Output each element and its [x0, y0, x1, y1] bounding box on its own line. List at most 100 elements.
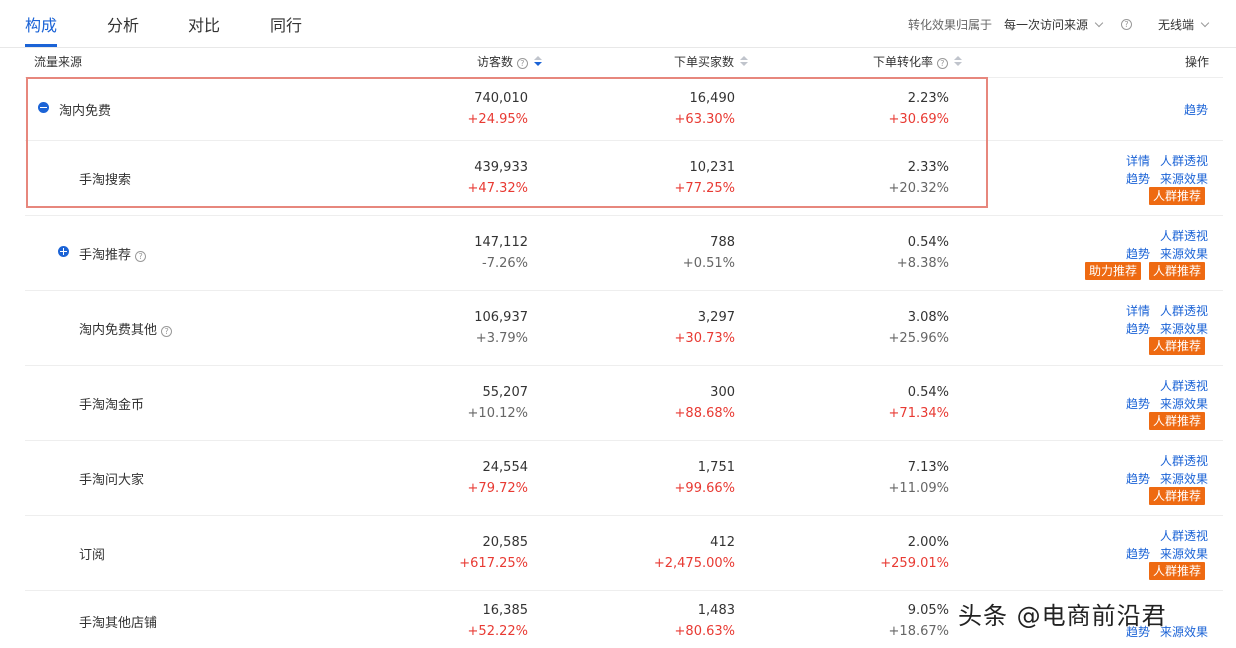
attribution-select[interactable]: 每一次访问来源: [1004, 16, 1104, 33]
help-icon[interactable]: ?: [135, 251, 147, 262]
boost-recommend-button[interactable]: 助力推荐: [1085, 262, 1142, 280]
crowd-link[interactable]: 人群透视: [1160, 152, 1208, 169]
buyers-value: 1,751: [697, 460, 735, 475]
source-effect-link[interactable]: 来源效果: [1160, 623, 1208, 640]
trend-link[interactable]: 趋势: [1126, 245, 1150, 262]
rate-value: 2.00%: [907, 535, 949, 550]
chevron-down-icon: [1200, 18, 1210, 28]
attribution-select-value: 每一次访问来源: [1004, 18, 1089, 32]
highlight-box: [26, 77, 988, 208]
rate-change: +71.34%: [888, 406, 949, 421]
visitors-change: +52.22%: [467, 624, 528, 639]
source-name: 手淘其他店铺: [79, 616, 158, 631]
source-effect-link[interactable]: 来源效果: [1160, 470, 1208, 487]
attribution-label: 转化效果归属于: [908, 18, 993, 32]
buyers-change: +0.51%: [682, 256, 735, 271]
visitors-value: 16,385: [482, 603, 529, 618]
device-select[interactable]: 无线端: [1158, 16, 1210, 33]
trend-link[interactable]: 趋势: [1184, 101, 1208, 118]
rate-change: +25.96%: [888, 331, 949, 346]
tab-compare[interactable]: 对比: [188, 12, 220, 36]
rate-value: 0.54%: [907, 385, 949, 400]
rate-change: +11.09%: [888, 481, 949, 496]
tab-composition[interactable]: 构成: [25, 12, 57, 36]
crowd-recommend-button[interactable]: 人群推荐: [1149, 262, 1206, 280]
crowd-link[interactable]: 人群透视: [1160, 452, 1208, 469]
col-rate[interactable]: 下单转化率 ?: [873, 53, 962, 70]
active-tab-indicator: [25, 44, 57, 47]
buyers-change: +2,475.00%: [653, 556, 735, 571]
rate-value: 3.08%: [907, 310, 949, 325]
help-icon[interactable]: ?: [936, 58, 948, 69]
source-effect-link[interactable]: 来源效果: [1160, 170, 1208, 187]
crowd-link[interactable]: 人群透视: [1160, 377, 1208, 394]
rate-change: +18.67%: [888, 624, 949, 639]
buyers-change: +88.68%: [674, 406, 735, 421]
sort-icon[interactable]: [740, 56, 749, 68]
table-row: 淘内免费其他 ? 106,937 +3.79% 3,297 +30.73% 3.…: [25, 291, 1223, 366]
source-name: 淘内免费其他 ?: [79, 319, 173, 338]
crowd-recommend-button[interactable]: 人群推荐: [1149, 337, 1206, 355]
trend-link[interactable]: 趋势: [1126, 170, 1150, 187]
sort-icon[interactable]: [533, 56, 542, 68]
help-icon[interactable]: ?: [1121, 16, 1132, 30]
help-icon[interactable]: ?: [161, 326, 173, 337]
source-effect-link[interactable]: 来源效果: [1160, 245, 1208, 262]
chevron-down-icon: [1094, 18, 1104, 28]
rate-value: 0.54%: [907, 235, 949, 250]
buyers-change: +80.63%: [674, 624, 735, 639]
crowd-recommend-button[interactable]: 人群推荐: [1149, 487, 1206, 505]
detail-link[interactable]: 详情: [1126, 302, 1150, 319]
visitors-change: -7.26%: [482, 256, 528, 271]
crowd-link[interactable]: 人群透视: [1160, 527, 1208, 544]
visitors-change: +10.12%: [467, 406, 528, 421]
source-name: 订阅: [79, 548, 106, 563]
visitors-value: 20,585: [482, 535, 529, 550]
source-name: 手淘推荐 ?: [79, 244, 147, 263]
crowd-recommend-button[interactable]: 人群推荐: [1149, 187, 1206, 205]
source-name: 手淘问大家: [79, 473, 145, 488]
trend-link[interactable]: 趋势: [1126, 545, 1150, 562]
col-visitors[interactable]: 访客数 ?: [477, 53, 542, 70]
visitors-value: 24,554: [482, 460, 529, 475]
buyers-value: 300: [710, 385, 735, 400]
rate-change: +259.01%: [880, 556, 949, 571]
trend-link[interactable]: 趋势: [1126, 470, 1150, 487]
source-effect-link[interactable]: 来源效果: [1160, 320, 1208, 337]
table-row: 手淘问大家 24,554 +79.72% 1,751 +99.66% 7.13%…: [25, 441, 1223, 516]
buyers-value: 3,297: [697, 310, 735, 325]
table-row: 订阅 20,585 +617.25% 412 +2,475.00% 2.00% …: [25, 516, 1223, 591]
buyers-change: +30.73%: [674, 331, 735, 346]
detail-link[interactable]: 详情: [1126, 152, 1150, 169]
tab-analysis[interactable]: 分析: [107, 12, 139, 36]
device-select-value: 无线端: [1158, 18, 1195, 32]
visitors-value: 147,112: [474, 235, 528, 250]
expand-icon[interactable]: [58, 246, 69, 257]
table-row: 手淘淘金币 55,207 +10.12% 300 +88.68% 0.54% +…: [25, 366, 1223, 441]
trend-link[interactable]: 趋势: [1126, 320, 1150, 337]
col-ops: 操作: [1185, 55, 1210, 69]
crowd-recommend-button[interactable]: 人群推荐: [1149, 562, 1206, 580]
help-icon[interactable]: ?: [516, 58, 528, 69]
buyers-change: +99.66%: [674, 481, 735, 496]
visitors-change: +617.25%: [459, 556, 528, 571]
trend-link[interactable]: 趋势: [1126, 395, 1150, 412]
sort-icon[interactable]: [953, 56, 962, 68]
source-effect-link[interactable]: 来源效果: [1160, 545, 1208, 562]
rate-value: 9.05%: [907, 603, 949, 618]
tab-peers[interactable]: 同行: [270, 12, 302, 36]
col-buyers[interactable]: 下单买家数: [674, 53, 749, 70]
table-header: 流量来源 访客数 ? 下单买家数 下单转化率 ? 操作: [25, 48, 1223, 78]
crowd-recommend-button[interactable]: 人群推荐: [1149, 412, 1206, 430]
rate-value: 7.13%: [907, 460, 949, 475]
source-name: 手淘淘金币: [79, 398, 145, 413]
crowd-link[interactable]: 人群透视: [1160, 227, 1208, 244]
source-effect-link[interactable]: 来源效果: [1160, 395, 1208, 412]
visitors-value: 106,937: [474, 310, 528, 325]
crowd-link[interactable]: 人群透视: [1160, 302, 1208, 319]
buyers-value: 1,483: [697, 603, 735, 618]
rate-change: +8.38%: [896, 256, 949, 271]
watermark: 头条 @电商前沿君: [958, 602, 1167, 630]
col-source: 流量来源: [34, 55, 83, 69]
buyers-value: 788: [710, 235, 735, 250]
